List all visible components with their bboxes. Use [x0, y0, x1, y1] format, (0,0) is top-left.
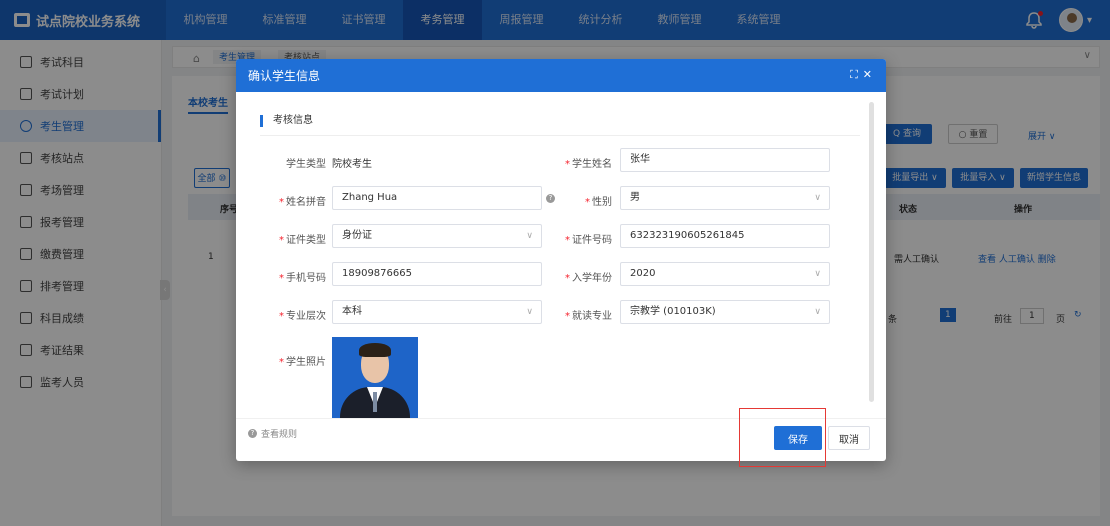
chevron-down-icon: ∨ [814, 193, 821, 203]
modal-header: 确认学生信息 ⛶ ✕ [236, 59, 886, 92]
major-level-value: 本科 [342, 306, 362, 317]
modal-body: 考核信息 学生类型 院校考生 * 学生姓名 张华 * 姓名拼音 Zhang Hua … [236, 92, 886, 418]
view-rules-label: 查看规则 [261, 430, 298, 440]
major-level-select[interactable]: 本科 ∨ [332, 300, 542, 324]
enroll-year-label: * 入学年份 [565, 273, 612, 284]
cancel-button[interactable]: 取消 [828, 426, 870, 450]
chevron-down-icon: ∨ [814, 269, 821, 279]
student-type-value: 院校考生 [332, 159, 372, 170]
section-title: 考核信息 [260, 115, 313, 127]
modal-tools: ⛶ ✕ [850, 68, 872, 82]
phone-input[interactable]: 18909876665 [332, 262, 542, 286]
confirm-student-modal: 确认学生信息 ⛶ ✕ 考核信息 学生类型 院校考生 * 学生姓名 张华 * 姓名拼音… [236, 59, 886, 461]
modal-scrollbar[interactable] [869, 102, 874, 402]
name-pinyin-label: * 姓名拼音 [279, 197, 326, 208]
major-value: 宗教学 (010103K) [630, 306, 716, 317]
photo-label: * 学生照片 [279, 357, 326, 368]
id-number-input[interactable]: 632323190605261845 [620, 224, 830, 248]
gender-label: * 性别 [585, 197, 612, 208]
modal-title: 确认学生信息 [248, 69, 321, 83]
student-photo[interactable] [332, 337, 418, 418]
chevron-down-icon: ∨ [814, 307, 821, 317]
major-label: * 就读专业 [565, 311, 612, 322]
major-select[interactable]: 宗教学 (010103K) ∨ [620, 300, 830, 324]
save-highlight-box [739, 408, 826, 467]
question-icon: ? [248, 429, 257, 438]
student-name-label: * 学生姓名 [565, 159, 612, 170]
student-type-label: 学生类型 [286, 159, 326, 170]
divider [260, 135, 860, 136]
major-level-label: * 专业层次 [279, 311, 326, 322]
enroll-year-value: 2020 [630, 268, 656, 279]
phone-label: * 手机号码 [279, 273, 326, 284]
id-number-label: * 证件号码 [565, 235, 612, 246]
fullscreen-icon[interactable]: ⛶ [850, 68, 858, 82]
id-type-value: 身份证 [342, 230, 372, 241]
enroll-year-select[interactable]: 2020 ∨ [620, 262, 830, 286]
name-pinyin-input[interactable]: Zhang Hua [332, 186, 542, 210]
close-icon[interactable]: ✕ [863, 68, 872, 82]
gender-value: 男 [630, 192, 640, 203]
id-type-label: * 证件类型 [279, 235, 326, 246]
id-type-select[interactable]: 身份证 ∨ [332, 224, 542, 248]
student-name-input[interactable]: 张华 [620, 148, 830, 172]
gender-select[interactable]: 男 ∨ [620, 186, 830, 210]
view-rules-link[interactable]: ? 查看规则 [248, 427, 297, 440]
